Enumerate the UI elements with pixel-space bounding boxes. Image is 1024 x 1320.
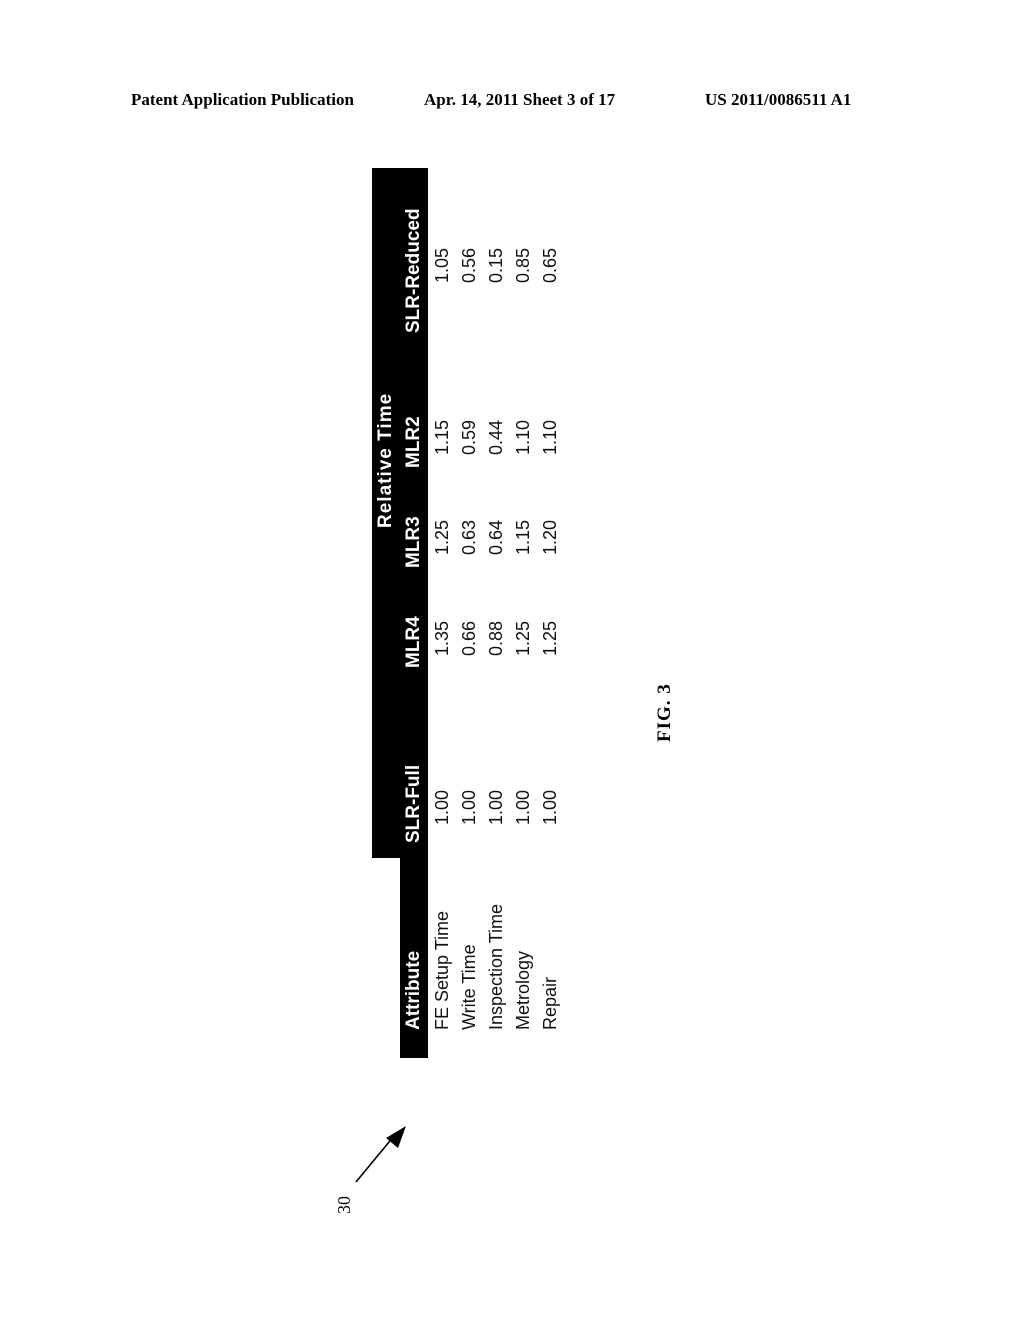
- value-cell: 1.05: [432, 247, 452, 283]
- value-cell: 0.63: [459, 519, 479, 555]
- column-header-mlr3: MLR3: [403, 516, 424, 568]
- patent-number: US 2011/0086511 A1: [705, 90, 852, 109]
- reference-numeral-text: 30: [334, 1196, 354, 1214]
- value-cell: 0.64: [486, 519, 506, 555]
- value-cell: 1.00: [513, 789, 533, 825]
- attribute-cell: Repair: [540, 976, 560, 1030]
- group-header-bar: Relative Time: [372, 168, 400, 858]
- attribute-cell: FE Setup Time: [432, 910, 452, 1030]
- value-cell: 1.00: [432, 789, 452, 825]
- value-cell: 1.25: [513, 620, 533, 656]
- value-cell: 1.20: [540, 519, 560, 555]
- attribute-cell: Write Time: [459, 944, 479, 1030]
- value-cell: 0.15: [486, 247, 506, 283]
- column-header-mlr2: MLR2: [403, 416, 424, 468]
- column-header-mlr4: MLR4: [403, 616, 424, 668]
- value-cell: 0.65: [540, 247, 560, 283]
- value-cell: 1.00: [459, 789, 479, 825]
- column-header-slr-full: SLR-Full: [403, 764, 424, 843]
- value-cell: 0.44: [486, 419, 506, 455]
- column-header-bar: Attribute SLR-Full MLR4 MLR3 MLR2 SLR-Re…: [400, 168, 428, 1058]
- reference-arrow-icon: [355, 1126, 406, 1183]
- value-cell: 0.88: [486, 620, 506, 656]
- value-cell: 1.35: [432, 620, 452, 656]
- value-cell: 1.15: [513, 519, 533, 555]
- value-cell: 1.15: [432, 419, 452, 455]
- value-cell: 0.85: [513, 247, 533, 283]
- attribute-header: Attribute: [403, 950, 424, 1030]
- column-header-slr-reduced: SLR-Reduced: [403, 208, 424, 333]
- value-cell: 1.00: [486, 789, 506, 825]
- value-cell: 0.56: [459, 247, 479, 283]
- value-cell: 1.10: [513, 419, 533, 455]
- value-cell: 0.66: [459, 620, 479, 656]
- attribute-cell: Metrology: [513, 950, 533, 1030]
- value-cell: 1.00: [540, 789, 560, 825]
- publication-date-sheet: Apr. 14, 2011 Sheet 3 of 17: [424, 90, 616, 109]
- figure-label: FIG. 3: [654, 672, 684, 752]
- publication-title: Patent Application Publication: [131, 90, 354, 109]
- figure-label-text: FIG. 3: [654, 683, 675, 742]
- group-header: Relative Time: [375, 392, 396, 528]
- attribute-cell: Inspection Time: [486, 903, 506, 1030]
- value-cell: 0.59: [459, 419, 479, 455]
- value-cell: 1.10: [540, 419, 560, 455]
- value-cell: 1.25: [432, 519, 452, 555]
- relative-time-table: Relative Time Attribute SLR-Full MLR4 ML…: [372, 168, 652, 1058]
- value-cell: 1.25: [540, 620, 560, 656]
- reference-numeral: 30: [334, 1190, 358, 1220]
